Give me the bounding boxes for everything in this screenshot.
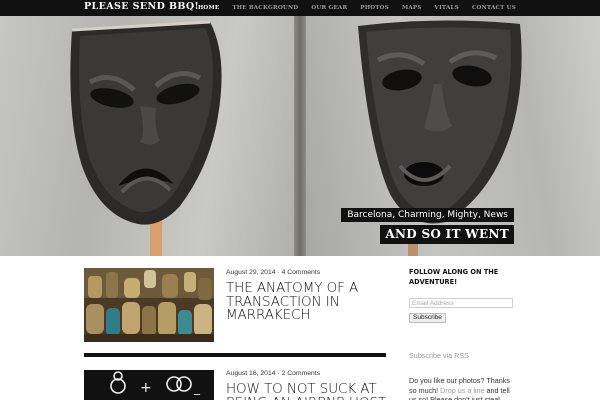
nav-maps[interactable]: MAPS	[402, 5, 422, 11]
nav-home[interactable]: HOME	[198, 5, 219, 11]
tragedy-mask-image	[70, 20, 222, 256]
post-comments-link[interactable]: 2 Comments	[282, 370, 321, 377]
post-card-2: + _ August 16, 2014 · 2 Comments HOW TO …	[84, 370, 386, 400]
lanterns-image	[84, 268, 214, 342]
site-brand[interactable]: PLEASE SEND BBQ!	[84, 1, 199, 12]
top-nav-bar: PLEASE SEND BBQ! HOME THE BACKGROUND OUR…	[0, 0, 600, 16]
subscribe-rss-link[interactable]: Subscribe via RSS	[409, 351, 469, 360]
hero-wall-seam	[294, 16, 306, 256]
nav-the-background[interactable]: THE BACKGROUND	[232, 5, 298, 11]
hero-title[interactable]: AND SO IT WENT	[380, 225, 514, 244]
about-photos-text: Do you like our photos? Thanks so much! …	[409, 376, 519, 400]
svg-text:+: +	[140, 380, 152, 396]
post-comments-link[interactable]: 4 Comments	[282, 269, 321, 276]
follow-widget-title: FOLLOW ALONG ON THE ADVENTURE!	[409, 268, 499, 286]
post-divider	[84, 353, 386, 357]
svg-text:_: _	[193, 381, 201, 395]
chalkboard-image: + _	[84, 370, 214, 400]
post-date: August 29, 2014	[226, 269, 276, 276]
nav-contact-us[interactable]: CONTACT US	[472, 5, 516, 11]
post-title-1[interactable]: THE ANATOMY OF A TRANSACTION IN MARRAKEC…	[226, 281, 386, 323]
post-meta-1: August 29, 2014 · 4 Comments	[226, 269, 320, 276]
drop-us-a-line-link[interactable]: Drop us a line	[440, 386, 484, 395]
post-thumbnail-lanterns[interactable]	[84, 268, 214, 342]
nav-vitals[interactable]: VITALS	[435, 5, 459, 11]
email-address-input[interactable]	[409, 298, 513, 308]
main-nav: HOME THE BACKGROUND OUR GEAR PHOTOS MAPS…	[198, 0, 516, 16]
post-date: August 16, 2014	[226, 370, 276, 377]
hero-tags[interactable]: Barcelona, Charming, Mighty, News	[341, 208, 514, 222]
nav-photos[interactable]: PHOTOS	[360, 5, 389, 11]
post-title-2[interactable]: HOW TO NOT SUCK AT BEING AN AIRBNB HOST	[226, 382, 396, 400]
nav-our-gear[interactable]: OUR GEAR	[311, 5, 347, 11]
hero-banner[interactable]: Barcelona, Charming, Mighty, News AND SO…	[0, 16, 600, 256]
post-meta-2: August 16, 2014 · 2 Comments	[226, 370, 320, 377]
subscribe-button[interactable]: Subscribe	[409, 313, 446, 323]
post-card-1: August 29, 2014 · 4 Comments THE ANATOMY…	[84, 268, 386, 348]
post-thumbnail-chalkboard[interactable]: + _	[84, 370, 214, 400]
sidebar: FOLLOW ALONG ON THE ADVENTURE! Subscribe…	[409, 268, 519, 400]
